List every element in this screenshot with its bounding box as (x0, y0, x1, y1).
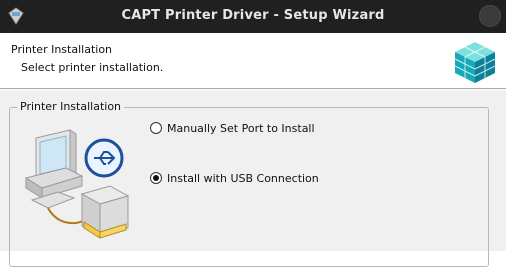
manual-port-label[interactable]: Manually Set Port to Install (167, 122, 315, 135)
computer-usb-printer-illustration (24, 129, 130, 239)
close-button[interactable] (479, 5, 501, 27)
header-title: Printer Installation (11, 43, 113, 56)
wizard-body: Printer Installation Manually Set Port t… (0, 90, 506, 267)
groupbox-label: Printer Installation (17, 100, 125, 113)
usb-connection-radio[interactable] (150, 172, 162, 184)
usb-connection-label[interactable]: Install with USB Connection (167, 172, 319, 185)
option-manual-port[interactable]: Manually Set Port to Install (150, 120, 315, 136)
option-usb-connection[interactable]: Install with USB Connection (150, 170, 319, 186)
wizard-header: Printer Installation Select printer inst… (0, 33, 506, 87)
cube-blocks-icon (454, 42, 496, 83)
manual-port-radio[interactable] (150, 122, 162, 134)
window-title: CAPT Printer Driver - Setup Wizard (121, 8, 385, 23)
header-subtitle: Select printer installation. (21, 61, 164, 74)
title-bar[interactable]: CAPT Printer Driver - Setup Wizard (0, 0, 506, 33)
